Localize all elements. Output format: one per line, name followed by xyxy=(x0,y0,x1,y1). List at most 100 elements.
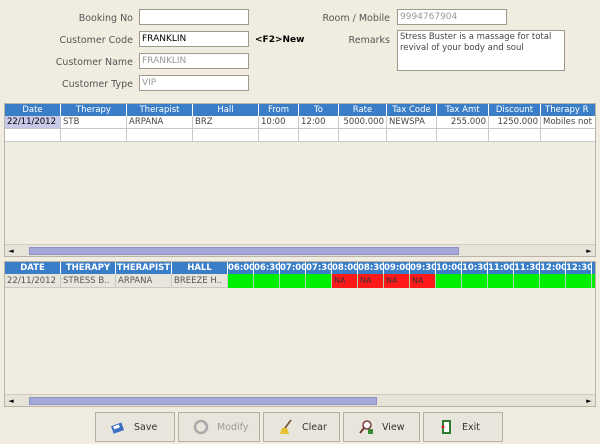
cell-from[interactable]: 10:00 xyxy=(259,116,299,129)
cell-empty[interactable] xyxy=(193,129,259,142)
time-slot-header: 10:00 xyxy=(436,262,462,274)
time-slot-header: 08:30 xyxy=(358,262,384,274)
time-slot-cell[interactable] xyxy=(462,274,488,288)
sched-col-therapist-header: THERAPIST xyxy=(116,262,172,274)
cell-rate[interactable]: 5000.000 xyxy=(339,116,387,129)
time-slot-cell[interactable] xyxy=(488,274,514,288)
time-slot-cell[interactable]: NA xyxy=(358,274,384,288)
remarks-field[interactable]: Stress Buster is a massage for total rev… xyxy=(397,30,565,71)
sched-cell-hall[interactable]: BREEZE H.. xyxy=(172,274,228,288)
col-therapy-header[interactable]: Therapy xyxy=(61,104,127,116)
time-slot-header: 12:30 xyxy=(566,262,592,274)
save-icon xyxy=(110,422,125,434)
col-hall-header[interactable]: Hall xyxy=(193,104,259,116)
time-slot-header: 07:30 xyxy=(306,262,332,274)
col-discount-header[interactable]: Discount xyxy=(489,104,541,116)
scroll-thumb[interactable] xyxy=(29,247,459,255)
view-label: View xyxy=(382,422,405,433)
sched-cell-date[interactable]: 22/11/2012 xyxy=(5,274,61,288)
cell-discount[interactable]: 1250.000 xyxy=(489,116,541,129)
cell-empty[interactable] xyxy=(387,129,437,142)
col-date-header[interactable]: Date xyxy=(5,104,61,116)
sched-cell-therapy[interactable]: STRESS B.. xyxy=(61,274,116,288)
cell-hall[interactable]: BRZ xyxy=(193,116,259,129)
cell-therapy-remarks[interactable]: Mobiles not a xyxy=(541,116,595,129)
cell-empty[interactable] xyxy=(259,129,299,142)
booking-grid-hscrollbar[interactable]: ◄ ► xyxy=(5,244,595,256)
schedule-grid-hscrollbar[interactable]: ◄ ► xyxy=(5,394,595,406)
exit-button[interactable]: Exit xyxy=(423,412,503,442)
room-mobile-field[interactable]: 9994767904 xyxy=(397,9,507,25)
customer-type-field[interactable]: VIP xyxy=(139,75,249,91)
schedule-row[interactable]: 22/11/2012 STRESS B.. ARPANA BREEZE H.. … xyxy=(5,274,595,288)
time-slot-header: 11:30 xyxy=(514,262,540,274)
time-slot-cell[interactable] xyxy=(280,274,306,288)
scroll-right-arrow-icon[interactable]: ► xyxy=(583,245,595,256)
room-mobile-label: Room / Mobile xyxy=(322,13,390,24)
cell-empty[interactable] xyxy=(61,129,127,142)
time-slot-header: 1 xyxy=(592,262,595,274)
customer-code-label: Customer Code xyxy=(59,35,134,46)
sched-col-therapy-header: THERAPY xyxy=(61,262,116,274)
col-therapy-remarks-header[interactable]: Therapy R xyxy=(541,104,595,116)
clear-button[interactable]: Clear xyxy=(263,412,340,442)
time-slot-header: 07:00 xyxy=(280,262,306,274)
scroll-left-arrow-icon[interactable]: ◄ xyxy=(5,395,17,406)
customer-name-label: Customer Name xyxy=(55,57,133,68)
time-slot-header: 12:00 xyxy=(540,262,566,274)
col-from-header[interactable]: From xyxy=(259,104,299,116)
col-to-header[interactable]: To xyxy=(299,104,339,116)
table-row-empty[interactable] xyxy=(5,129,595,142)
cell-to[interactable]: 12:00 xyxy=(299,116,339,129)
time-slot-header: 11:00 xyxy=(488,262,514,274)
modify-label: Modify xyxy=(217,422,249,433)
customer-name-field[interactable]: FRANKLIN xyxy=(139,53,249,69)
sched-cell-therapist[interactable]: ARPANA xyxy=(116,274,172,288)
cell-empty[interactable] xyxy=(437,129,489,142)
col-tax-code-header[interactable]: Tax Code xyxy=(387,104,437,116)
sched-col-date-header: DATE xyxy=(5,262,61,274)
time-slot-cell[interactable] xyxy=(254,274,280,288)
booking-no-field[interactable] xyxy=(139,9,249,25)
cell-empty[interactable] xyxy=(541,129,595,142)
cell-empty[interactable] xyxy=(339,129,387,142)
cell-empty[interactable] xyxy=(489,129,541,142)
cell-empty[interactable] xyxy=(299,129,339,142)
save-button[interactable]: Save xyxy=(95,412,175,442)
cell-tax-code[interactable]: NEWSPA xyxy=(387,116,437,129)
cell-empty[interactable] xyxy=(127,129,193,142)
scroll-thumb[interactable] xyxy=(29,397,377,405)
table-row[interactable]: 22/11/2012 STB ARPANA BRZ 10:00 12:00 50… xyxy=(5,116,595,129)
cell-date[interactable]: 22/11/2012 xyxy=(5,116,61,129)
booking-no-label: Booking No xyxy=(78,13,133,24)
modify-button[interactable]: Modify xyxy=(178,412,260,442)
time-slot-cell[interactable]: NA xyxy=(384,274,410,288)
time-slot-cell[interactable]: NA xyxy=(332,274,358,288)
scroll-right-arrow-icon[interactable]: ► xyxy=(583,395,595,406)
time-slot-cell[interactable] xyxy=(306,274,332,288)
time-slot-cell[interactable] xyxy=(514,274,540,288)
col-rate-header[interactable]: Rate xyxy=(339,104,387,116)
time-slot-header: 06:00 xyxy=(228,262,254,274)
schedule-grid: DATE THERAPY THERAPIST HALL 06:00 06:30 07… xyxy=(4,261,596,407)
col-therapist-header[interactable]: Therapist xyxy=(127,104,193,116)
cell-therapist[interactable]: ARPANA xyxy=(127,116,193,129)
exit-door-icon xyxy=(441,420,451,434)
time-slot-cell[interactable] xyxy=(540,274,566,288)
time-slot-cell[interactable] xyxy=(228,274,254,288)
modify-icon xyxy=(193,419,209,435)
view-icon xyxy=(359,420,373,434)
cell-empty[interactable] xyxy=(5,129,61,142)
time-slot-cell[interactable]: NA xyxy=(410,274,436,288)
schedule-grid-header: DATE THERAPY THERAPIST HALL 06:00 06:30 07… xyxy=(5,262,595,274)
cell-tax-amt[interactable]: 255.000 xyxy=(437,116,489,129)
time-slot-cell[interactable] xyxy=(436,274,462,288)
cell-therapy[interactable]: STB xyxy=(61,116,127,129)
exit-label: Exit xyxy=(462,422,480,433)
scroll-left-arrow-icon[interactable]: ◄ xyxy=(5,245,17,256)
col-tax-amt-header[interactable]: Tax Amt xyxy=(437,104,489,116)
time-slot-cell[interactable] xyxy=(592,274,595,288)
time-slot-cell[interactable] xyxy=(566,274,592,288)
customer-code-field[interactable]: FRANKLIN xyxy=(139,31,249,47)
view-button[interactable]: View xyxy=(343,412,420,442)
